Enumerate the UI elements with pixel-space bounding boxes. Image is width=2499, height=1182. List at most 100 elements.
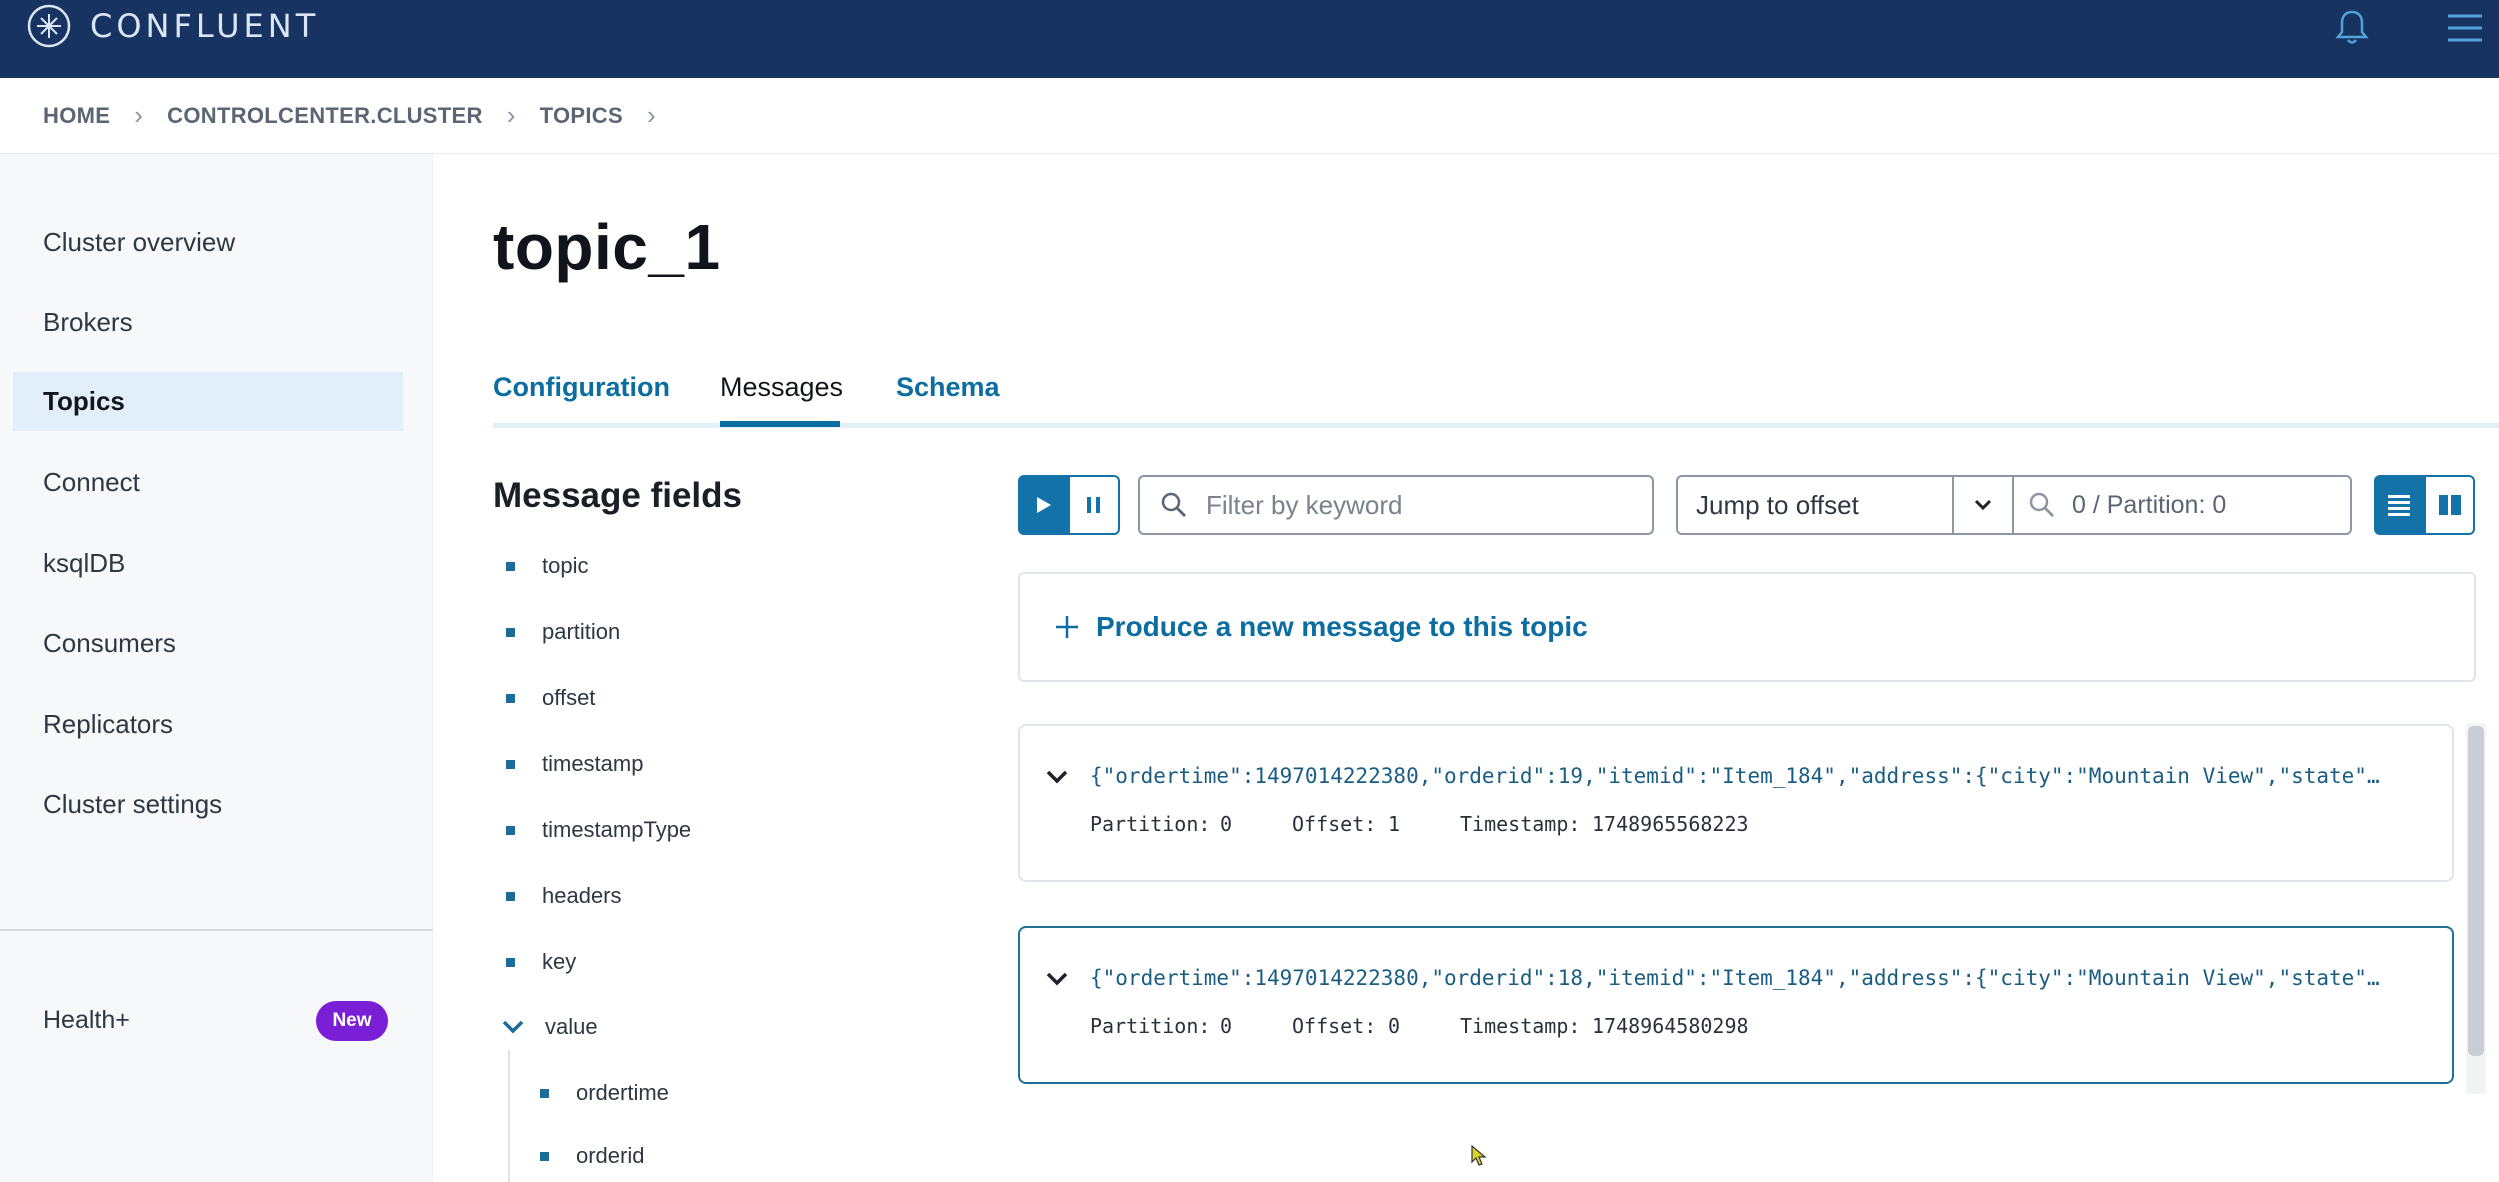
field-offset[interactable]: offset <box>506 685 595 711</box>
sidebar-item-health-plus[interactable]: Health+ <box>43 1006 130 1035</box>
menu-icon[interactable] <box>2442 6 2486 50</box>
sidebar-item-cluster-settings[interactable]: Cluster settings <box>13 775 403 834</box>
field-partition[interactable]: partition <box>506 619 620 645</box>
field-value[interactable]: value <box>545 1014 598 1040</box>
jump-to-offset-select[interactable]: Jump to offset <box>1676 475 2014 535</box>
messages-scrollbar-thumb[interactable] <box>2468 726 2484 1056</box>
search-icon <box>2029 492 2054 517</box>
produce-message-button[interactable]: Produce a new message to this topic <box>1018 572 2476 682</box>
sidebar-item-cluster-overview[interactable]: Cluster overview <box>13 213 403 272</box>
sidebar-divider <box>0 929 433 931</box>
bell-icon[interactable] <box>2330 6 2374 50</box>
bullet-icon <box>506 825 515 835</box>
sidebar-item-ksqldb[interactable]: ksqlDB <box>13 534 403 593</box>
field-label: offset <box>542 685 596 710</box>
partition-label: Partition: <box>1090 1014 1211 1038</box>
partition-value: 0 <box>1220 1014 1233 1038</box>
filter-search-box[interactable] <box>1138 475 1654 535</box>
timestamp-value: 1748964580298 <box>1592 1014 1749 1038</box>
field-label: value <box>545 1014 598 1039</box>
list-view-toggle[interactable] <box>2374 475 2424 535</box>
jump-to-offset-label: Jump to offset <box>1678 477 1955 533</box>
chevron-right-icon: › <box>646 100 656 130</box>
offset-partition-input[interactable] <box>2070 489 2330 521</box>
tab-messages[interactable]: Messages <box>720 372 843 421</box>
field-key[interactable]: key <box>506 949 576 975</box>
chevron-down-icon[interactable] <box>500 1014 526 1040</box>
timestamp-label: Timestamp: <box>1460 1014 1581 1038</box>
chevron-down-icon[interactable] <box>1044 764 1070 790</box>
field-orderid[interactable]: orderid <box>540 1143 644 1169</box>
message-card[interactable]: {"ordertime":1497014222380,"orderid":18,… <box>1018 926 2454 1084</box>
pause-icon <box>1087 497 1100 513</box>
bullet-icon <box>506 627 515 637</box>
list-view-icon <box>2388 495 2410 516</box>
field-headers[interactable]: headers <box>506 883 622 909</box>
card-view-icon <box>2438 495 2461 515</box>
bullet-icon <box>506 693 515 703</box>
top-bar: CONFLUENT <box>0 0 2499 78</box>
sidebar-item-brokers[interactable]: Brokers <box>13 293 403 352</box>
sidebar-item-connect[interactable]: Connect <box>13 453 403 512</box>
active-tab-indicator <box>720 421 840 427</box>
brand-name: CONFLUENT <box>90 7 320 45</box>
breadcrumb-cluster[interactable]: CONTROLCENTER.CLUSTER <box>167 103 483 129</box>
field-timestamp[interactable]: timestamp <box>506 751 643 777</box>
bullet-icon <box>506 561 515 571</box>
message-value: {"ordertime":1497014222380,"orderid":19,… <box>1090 764 2380 788</box>
field-label: ordertime <box>576 1080 669 1105</box>
field-label: timestamp <box>542 751 644 776</box>
pause-button[interactable] <box>1068 475 1120 535</box>
tab-configuration[interactable]: Configuration <box>493 372 670 421</box>
offset-label: Offset: <box>1292 1014 1377 1038</box>
chevron-right-icon: › <box>134 100 144 130</box>
breadcrumb-topics[interactable]: TOPICS <box>540 103 623 129</box>
sidebar-item-replicators[interactable]: Replicators <box>13 695 403 754</box>
field-label: timestampType <box>542 817 692 842</box>
field-timestamptype[interactable]: timestampType <box>506 817 691 843</box>
message-value: {"ordertime":1497014222380,"orderid":18,… <box>1090 966 2380 990</box>
page-title: topic_1 <box>493 211 721 283</box>
play-button[interactable] <box>1018 475 1068 535</box>
jump-dropdown-toggle[interactable] <box>1954 477 2012 533</box>
confluent-logo[interactable]: CONFLUENT <box>26 0 319 52</box>
confluent-logo-icon <box>27 4 71 48</box>
field-ordertime[interactable]: ordertime <box>540 1080 669 1106</box>
tab-schema[interactable]: Schema <box>896 372 1000 421</box>
new-badge: New <box>316 1001 388 1041</box>
bullet-icon <box>506 957 515 967</box>
bullet-icon <box>506 759 515 769</box>
filter-keyword-input[interactable] <box>1204 488 1624 522</box>
tree-line <box>508 1050 510 1182</box>
bullet-icon <box>506 891 515 901</box>
produce-message-label: Produce a new message to this topic <box>1096 611 1588 642</box>
partition-value: 0 <box>1220 812 1233 836</box>
chevron-right-icon: › <box>506 100 516 130</box>
offset-value: 0 <box>1388 1014 1401 1038</box>
mouse-cursor-icon <box>1471 1144 1487 1166</box>
tab-bar: Configuration Messages Schema <box>493 368 2499 428</box>
breadcrumb-home[interactable]: HOME <box>43 103 110 129</box>
search-icon <box>1161 492 1186 517</box>
field-label: headers <box>542 883 622 908</box>
timestamp-label: Timestamp: <box>1460 812 1581 836</box>
plus-icon <box>1056 616 1078 638</box>
message-fields-title: Message fields <box>493 476 742 515</box>
offset-search-box[interactable] <box>2014 475 2352 535</box>
timestamp-value: 1748965568223 <box>1592 812 1749 836</box>
play-icon <box>1037 497 1051 513</box>
bullet-icon <box>540 1151 549 1161</box>
card-view-toggle[interactable] <box>2424 475 2475 535</box>
bullet-icon <box>540 1088 549 1098</box>
message-card[interactable]: {"ordertime":1497014222380,"orderid":19,… <box>1018 724 2454 882</box>
chevron-down-icon[interactable] <box>1044 966 1070 992</box>
partition-label: Partition: <box>1090 812 1211 836</box>
offset-label: Offset: <box>1292 812 1377 836</box>
sidebar-item-topics[interactable]: Topics <box>13 372 403 431</box>
field-label: orderid <box>576 1143 645 1168</box>
chevron-down-icon <box>1975 499 1992 511</box>
breadcrumb: HOME › CONTROLCENTER.CLUSTER › TOPICS › <box>0 78 2499 154</box>
field-label: partition <box>542 619 621 644</box>
sidebar-item-consumers[interactable]: Consumers <box>13 614 403 673</box>
field-topic[interactable]: topic <box>506 553 588 579</box>
